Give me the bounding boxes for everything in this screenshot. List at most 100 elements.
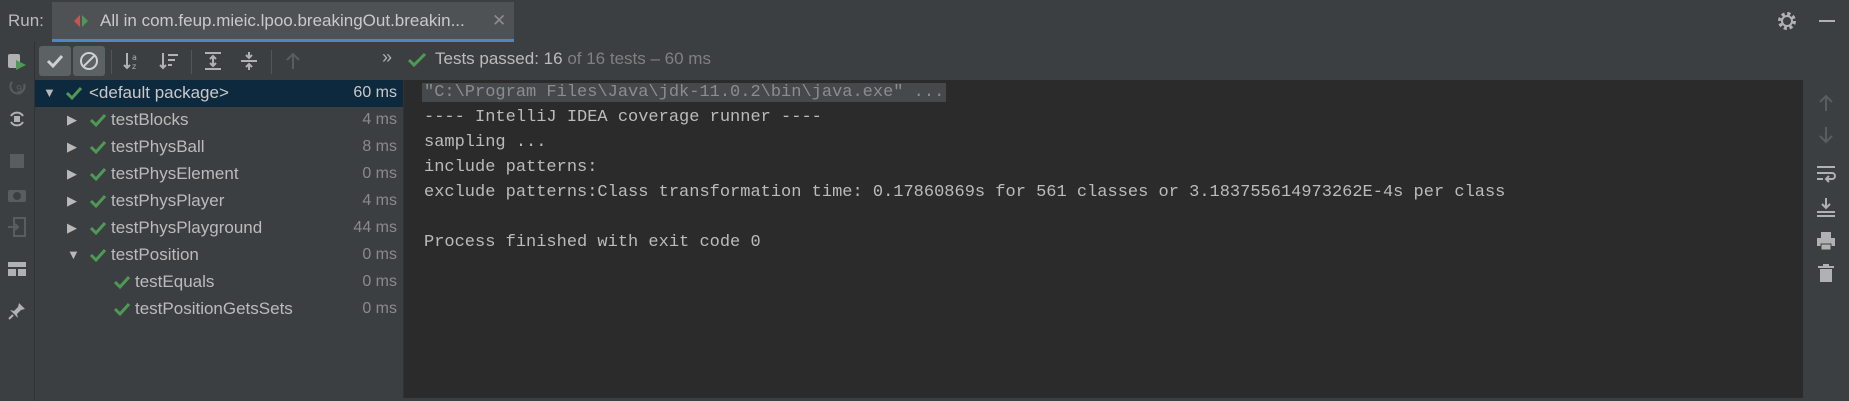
tree-row-label: testEquals: [135, 272, 215, 291]
console-line: include patterns:: [424, 158, 598, 177]
chevron-right-icon[interactable]: ▶: [67, 112, 81, 128]
status-prefix: Tests passed:: [435, 49, 544, 68]
tree-row-duration: 0 ms: [362, 246, 397, 263]
gear-icon[interactable]: [1776, 10, 1798, 32]
print-icon[interactable]: [1815, 230, 1837, 252]
tree-row-duration: 4 ms: [362, 192, 397, 209]
total-duration: – 60 ms: [645, 49, 711, 68]
console-line-command[interactable]: "C:\Program Files\Java\jdk-11.0.2\bin\ja…: [422, 83, 947, 102]
passed-check-icon: [65, 86, 83, 101]
svg-text:a: a: [132, 53, 137, 62]
tree-row-default-package[interactable]: ▼ <default package> 60 ms: [35, 80, 403, 107]
passed-check-icon: [407, 52, 427, 68]
collapse-all-icon: [241, 52, 257, 70]
pin-icon[interactable]: [6, 300, 28, 322]
more-actions-icon[interactable]: »: [382, 47, 392, 68]
camera-icon[interactable]: [6, 184, 28, 206]
tree-row-testphysplayground[interactable]: ▶ testPhysPlayground 44 ms: [35, 215, 403, 242]
tree-row-duration: 0 ms: [362, 165, 397, 182]
svg-text:z: z: [132, 62, 136, 71]
tree-row-duration: 0 ms: [362, 300, 397, 317]
tree-row-testposition[interactable]: ▼ testPosition 0 ms: [35, 242, 403, 269]
stop-icon[interactable]: [6, 150, 28, 172]
run-config-icon: [74, 15, 88, 27]
minimize-icon[interactable]: [1816, 10, 1838, 32]
passed-check-icon: [113, 302, 131, 317]
import-tests-icon[interactable]: [6, 216, 28, 238]
passed-check-icon: [89, 167, 107, 182]
toolbar-separator: [111, 50, 112, 74]
tree-row-label: testPhysPlayground: [111, 218, 263, 237]
console-output[interactable]: "C:\Program Files\Java\jdk-11.0.2\bin\ja…: [403, 80, 1804, 398]
console-line: sampling ...: [424, 133, 547, 152]
toolbar-separator: [191, 50, 192, 74]
run-tool-window-header: Run: All in com.feup.mieic.lpoo.breaking…: [0, 0, 1849, 43]
show-ignored-icon: [80, 52, 98, 70]
up-arrow-icon[interactable]: [1815, 92, 1837, 114]
tree-row-duration: 60 ms: [353, 84, 397, 101]
passed-check-icon: [89, 113, 107, 128]
tree-row-label: testPositionGetsSets: [135, 299, 293, 318]
console-toolbar: [1803, 80, 1849, 401]
previous-failed-icon: [286, 52, 300, 69]
chevron-right-icon[interactable]: ▶: [67, 166, 81, 182]
tree-row-label: testBlocks: [111, 110, 189, 129]
passed-check-icon: [89, 140, 107, 155]
expand-all-button[interactable]: [197, 46, 229, 76]
toolbar-separator: [271, 50, 272, 74]
show-passed-button[interactable]: [39, 46, 71, 76]
tree-row-label: testPhysPlayer: [111, 191, 225, 210]
tree-row-label: <default package>: [89, 83, 229, 102]
run-label: Run:: [8, 11, 44, 30]
chevron-right-icon[interactable]: ▶: [67, 193, 81, 209]
toggle-auto-test-icon[interactable]: [6, 108, 28, 130]
console-line: ---- IntelliJ IDEA coverage runner ----: [424, 108, 822, 127]
down-arrow-icon[interactable]: [1815, 124, 1837, 146]
test-status-summary: Tests passed: 16 of 16 tests – 60 ms: [435, 49, 711, 69]
tree-row-testblocks[interactable]: ▶ testBlocks 4 ms: [35, 107, 403, 134]
passed-check-icon: [113, 275, 131, 290]
previous-failed-button[interactable]: [277, 46, 309, 76]
run-tab[interactable]: All in com.feup.mieic.lpoo.breakingOut.b…: [52, 2, 514, 42]
sort-alphabetically-button[interactable]: a z: [117, 46, 149, 76]
test-tree: ▼ <default package> 60 ms ▶ testBlocks 4…: [35, 80, 403, 401]
tree-row-label: testPhysBall: [111, 137, 205, 156]
rerun-icon[interactable]: [6, 50, 28, 72]
trash-icon[interactable]: [1815, 262, 1837, 284]
passed-check-icon: [89, 221, 107, 236]
tree-row-duration: 44 ms: [353, 219, 397, 236]
soft-wrap-icon[interactable]: [1815, 162, 1837, 184]
chevron-down-icon[interactable]: ▼: [67, 247, 81, 263]
svg-text:9: 9: [16, 84, 22, 95]
test-results-toolbar: a z » Tests passed: 16 of 16 tests – 60 …: [35, 42, 1849, 80]
tree-row-testphysplayer[interactable]: ▶ testPhysPlayer 4 ms: [35, 188, 403, 215]
passed-check-icon: [89, 248, 107, 263]
rerun-failed-icon[interactable]: 9: [6, 76, 28, 98]
run-tab-title: All in com.feup.mieic.lpoo.breakingOut.b…: [100, 11, 465, 30]
tree-row-testpositiongetssets[interactable]: testPositionGetsSets 0 ms: [35, 296, 403, 323]
tree-row-duration: 0 ms: [362, 273, 397, 290]
close-icon[interactable]: ✕: [492, 11, 506, 31]
chevron-right-icon[interactable]: ▶: [67, 139, 81, 155]
chevron-right-icon[interactable]: ▶: [67, 220, 81, 236]
tree-row-testphysball[interactable]: ▶ testPhysBall 8 ms: [35, 134, 403, 161]
show-ignored-button[interactable]: [73, 46, 105, 76]
total-count: of 16 tests: [562, 49, 646, 68]
tree-row-testequals[interactable]: testEquals 0 ms: [35, 269, 403, 296]
show-passed-icon: [46, 54, 64, 69]
expand-all-icon: [205, 52, 221, 70]
sort-by-duration-button[interactable]: [153, 46, 185, 76]
tree-row-testphyselement[interactable]: ▶ testPhysElement 0 ms: [35, 161, 403, 188]
passed-check-icon: [89, 194, 107, 209]
passed-count: 16: [543, 49, 563, 68]
left-toolbar: 9: [0, 42, 35, 401]
tree-row-duration: 8 ms: [362, 138, 397, 155]
console-line: exclude patterns:Class transformation ti…: [424, 183, 1506, 202]
sort-by-duration-icon: [159, 53, 178, 70]
chevron-down-icon[interactable]: ▼: [43, 85, 57, 101]
layout-icon[interactable]: [6, 258, 28, 280]
collapse-all-button[interactable]: [233, 46, 265, 76]
tree-row-duration: 4 ms: [362, 111, 397, 128]
scroll-to-end-icon[interactable]: [1815, 196, 1837, 218]
tree-row-label: testPhysElement: [111, 164, 239, 183]
